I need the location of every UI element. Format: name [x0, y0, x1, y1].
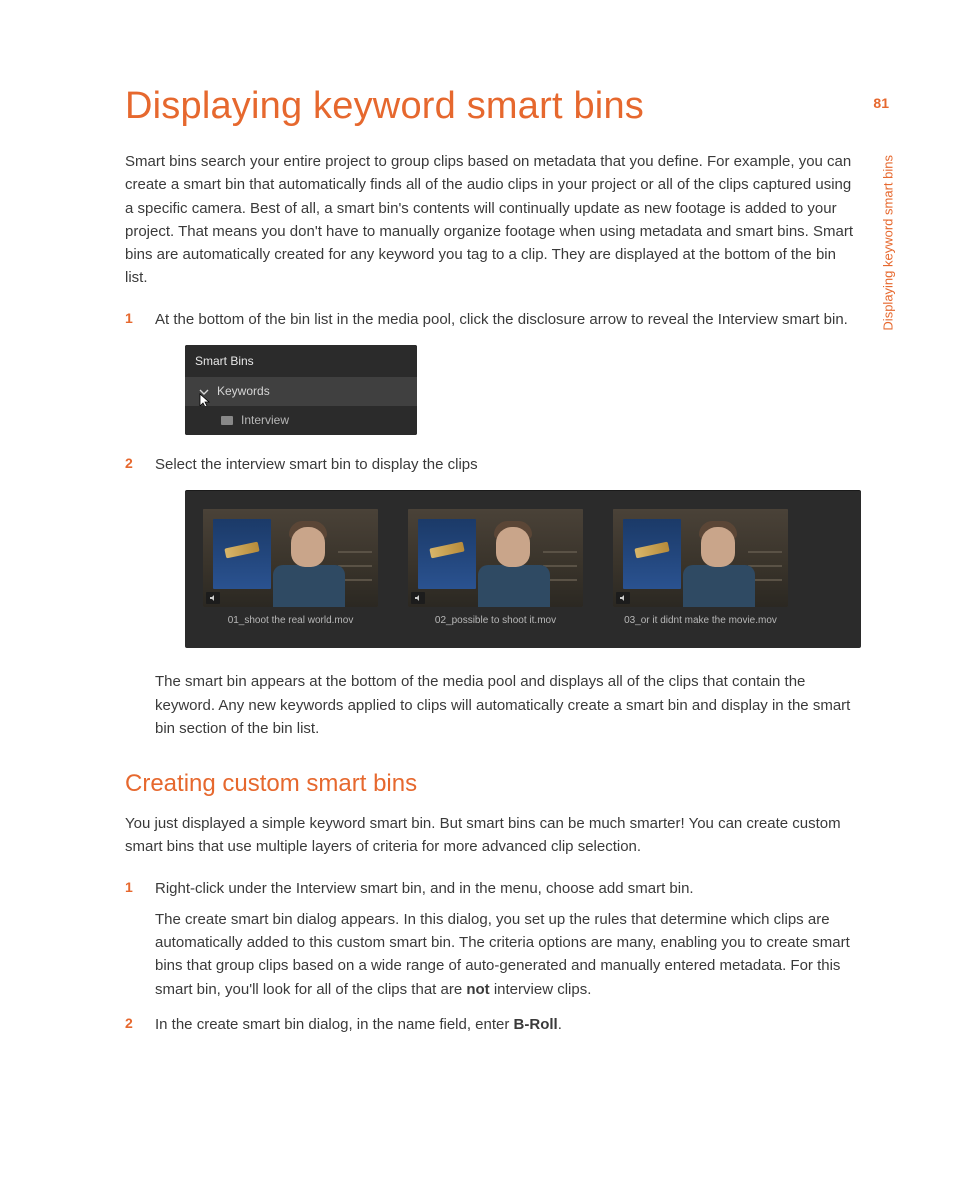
- clip-thumbnail[interactable]: 01_shoot the real world.mov: [203, 509, 378, 629]
- smart-bin-icon: [221, 416, 233, 425]
- audio-icon: [411, 592, 425, 604]
- clip-filename: 01_shoot the real world.mov: [203, 613, 378, 629]
- page-number: 81: [873, 95, 889, 111]
- step-number: 1: [125, 877, 133, 899]
- smart-bins-panel: Smart Bins Keywords Interview: [185, 345, 417, 435]
- smart-bins-interview-row[interactable]: Interview: [185, 406, 417, 435]
- step-text: Right-click under the Interview smart bi…: [155, 880, 694, 897]
- audio-icon: [616, 592, 630, 604]
- smart-bins-header: Smart Bins: [185, 345, 417, 378]
- step-1: 1 At the bottom of the bin list in the m…: [125, 308, 859, 435]
- step-number: 1: [125, 308, 133, 330]
- clip-filename: 03_or it didnt make the movie.mov: [613, 613, 788, 629]
- interview-label: Interview: [241, 411, 289, 430]
- clip-image: [613, 509, 788, 607]
- step-number: 2: [125, 453, 133, 475]
- clip-thumbnail[interactable]: 03_or it didnt make the movie.mov: [613, 509, 788, 629]
- subsection-title: Creating custom smart bins: [125, 770, 859, 798]
- keywords-label: Keywords: [217, 382, 270, 401]
- intro-paragraph: Smart bins search your entire project to…: [125, 150, 859, 290]
- step-text: At the bottom of the bin list in the med…: [155, 311, 848, 328]
- clip-thumbnail-strip: 01_shoot the real world.mov 02_possible …: [185, 490, 861, 649]
- step-text: In the create smart bin dialog, in the n…: [155, 1016, 562, 1033]
- step-number: 2: [125, 1013, 133, 1035]
- step-text: Select the interview smart bin to displa…: [155, 456, 478, 473]
- step-2: 2 Select the interview smart bin to disp…: [125, 453, 859, 741]
- step-explanation: The create smart bin dialog appears. In …: [155, 908, 859, 1001]
- audio-icon: [206, 592, 220, 604]
- smart-bins-keywords-row[interactable]: Keywords: [185, 377, 417, 406]
- clip-image: [408, 509, 583, 607]
- sub-step-2: 2 In the create smart bin dialog, in the…: [125, 1013, 859, 1036]
- clip-thumbnail[interactable]: 02_possible to shoot it.mov: [408, 509, 583, 629]
- section-running-head: Displaying keyword smart bins: [881, 155, 896, 331]
- result-paragraph: The smart bin appears at the bottom of t…: [155, 670, 859, 740]
- subsection-intro: You just displayed a simple keyword smar…: [125, 812, 859, 859]
- clip-filename: 02_possible to shoot it.mov: [408, 613, 583, 629]
- clip-image: [203, 509, 378, 607]
- page-title: Displaying keyword smart bins: [125, 85, 859, 128]
- sub-step-1: 1 Right-click under the Interview smart …: [125, 877, 859, 1001]
